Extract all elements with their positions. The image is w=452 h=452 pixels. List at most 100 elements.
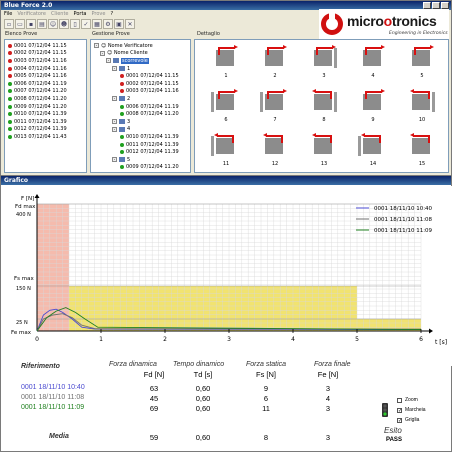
list-item[interactable]: 0002 07/12/04 11.15 — [5, 50, 86, 58]
collapse-icon[interactable]: - — [112, 157, 117, 163]
result-ref[interactable]: 0001 18/11/10 10:40 — [21, 384, 85, 391]
media-td: 0,60 — [195, 433, 211, 442]
door-config-number: 7 — [273, 117, 277, 123]
result-ref[interactable]: 0001 18/11/10 11:08 — [21, 394, 84, 401]
list-item[interactable]: 0001 07/12/04 11.15 — [5, 42, 86, 50]
door-config-5[interactable]: 5 — [403, 42, 441, 82]
tree-item[interactable]: 0003 07/12/04 11.16 — [91, 88, 190, 96]
tree-item[interactable]: 0011 07/12/04 11.39 — [91, 141, 190, 149]
menu-verificatore[interactable]: Verificatore — [17, 10, 46, 18]
client-icon[interactable]: ☻ — [59, 19, 69, 29]
save-icon[interactable]: ▪ — [26, 19, 36, 29]
collapse-icon[interactable]: - — [112, 126, 117, 132]
tree-group[interactable]: -5 — [91, 156, 190, 164]
settings-icon[interactable]: ⚙ — [103, 19, 113, 29]
new-icon[interactable]: ▫ — [4, 19, 14, 29]
door-config-13[interactable]: 13 — [305, 130, 343, 170]
zoom-checkbox[interactable]: Zoom — [397, 397, 418, 403]
test-group-icon — [119, 66, 125, 72]
list-item[interactable]: 0010 07/12/04 11.39 — [5, 110, 86, 118]
collapse-icon[interactable]: - — [112, 66, 117, 72]
maximize-button[interactable] — [432, 2, 440, 9]
zoom-checkbox-box[interactable] — [397, 397, 402, 403]
arrow-left-icon — [263, 133, 282, 137]
door-config-7[interactable]: 7 — [256, 86, 294, 126]
tree-group[interactable]: -4 — [91, 126, 190, 134]
door-config-6[interactable]: 6 — [207, 86, 245, 126]
menu-cliente[interactable]: Cliente — [51, 10, 69, 18]
door-config-14[interactable]: 14 — [354, 130, 392, 170]
elenco-list[interactable]: 0001 07/12/04 11.15 0002 07/12/04 11.15 00… — [4, 39, 87, 173]
tree-item[interactable]: 0002 07/12/04 11.15 — [91, 80, 190, 88]
logo-tagline: Engineering in Electronics — [389, 31, 448, 36]
tree-client[interactable]: - ☺ Nome Cliente — [91, 50, 190, 58]
menu-help[interactable]: ? — [110, 10, 113, 18]
door-config-9[interactable]: 9 — [354, 86, 392, 126]
door-config-3[interactable]: 3 — [305, 42, 343, 82]
force-chart: 0 1 2 3 4 5 6 F [N] Fd max 400 N Fs max 150 N 25 N Fe… — [1, 186, 452, 366]
door-config-12[interactable]: 12 — [256, 130, 294, 170]
tree-item[interactable]: 0006 07/12/04 11.19 — [91, 103, 190, 111]
result-ref[interactable]: 0001 18/11/10 11:09 — [21, 404, 84, 411]
test-icon[interactable]: ✓ — [81, 19, 91, 29]
print-icon[interactable]: ▤ — [37, 19, 47, 29]
minimize-button[interactable] — [423, 2, 431, 9]
list-item[interactable]: 0006 07/12/04 11.19 — [5, 80, 86, 88]
door-config-number: 1 — [224, 73, 228, 79]
collapse-icon[interactable]: - — [112, 119, 117, 125]
y-unit-label: F [N] — [21, 196, 34, 202]
marcheia-checkbox[interactable]: ✓ Marcheia — [397, 407, 426, 413]
chart-icon[interactable]: ▦ — [92, 19, 102, 29]
collapse-icon[interactable]: - — [100, 50, 105, 56]
door-config-15[interactable]: 15 — [403, 130, 441, 170]
status-dot-icon — [120, 150, 124, 155]
arrow-left-icon — [312, 89, 331, 93]
list-item[interactable]: 0012 07/12/04 11.39 — [5, 126, 86, 134]
door-config-1[interactable]: 1 — [207, 42, 245, 82]
collapse-icon[interactable]: - — [112, 96, 117, 102]
gestione-tree[interactable]: - ☺ Nome Verificatore - ☺ Nome Cliente - scor… — [90, 39, 191, 173]
menu-porta[interactable]: Porta — [74, 10, 87, 18]
report-icon[interactable]: ▣ — [114, 19, 124, 29]
tree-root[interactable]: - ☺ Nome Verificatore — [91, 42, 190, 50]
tree-door[interactable]: - scorrevole — [91, 57, 190, 65]
exit-icon[interactable]: ✕ — [125, 19, 135, 29]
tree-item[interactable]: 0009 07/12/04 11.20 — [91, 164, 190, 172]
list-item[interactable]: 0008 07/12/04 11.20 — [5, 95, 86, 103]
tree-item[interactable]: 0008 07/12/04 11.20 — [91, 110, 190, 118]
griglia-checkbox[interactable]: ✓ Griglia — [397, 417, 419, 423]
tree-group[interactable]: -1 — [91, 65, 190, 73]
door-icon[interactable]: ▯ — [70, 19, 80, 29]
collapse-icon[interactable]: - — [94, 43, 99, 49]
list-item[interactable]: 0005 07/12/04 11.16 — [5, 72, 86, 80]
check-icon[interactable]: ✓ — [397, 417, 402, 423]
check-icon[interactable]: ✓ — [397, 407, 402, 413]
list-item[interactable]: 0009 07/12/04 11.20 — [5, 103, 86, 111]
tree-group[interactable]: -3 — [91, 118, 190, 126]
tree-group[interactable]: -2 — [91, 95, 190, 103]
user-icon[interactable]: ☺ — [48, 19, 58, 29]
arrow-right-icon — [219, 45, 238, 49]
door-config-8[interactable]: 8 — [305, 86, 343, 126]
collapse-icon[interactable]: - — [106, 58, 111, 64]
door-config-2[interactable]: 2 — [256, 42, 294, 82]
list-item[interactable]: 0013 07/12/04 11.43 — [5, 133, 86, 141]
menu-file[interactable]: File — [4, 10, 12, 18]
list-item[interactable]: 0011 07/12/04 11.39 — [5, 118, 86, 126]
arrow-left-icon — [361, 133, 380, 137]
list-item[interactable]: 0007 07/12/04 11.20 — [5, 88, 86, 96]
result-fd: 45 — [149, 394, 159, 403]
list-item[interactable]: 0004 07/12/04 11.16 — [5, 65, 86, 73]
close-button[interactable] — [441, 2, 449, 9]
logo-mark-icon — [321, 11, 343, 35]
open-icon[interactable]: ▭ — [15, 19, 25, 29]
tree-item[interactable]: 0010 07/12/04 11.39 — [91, 133, 190, 141]
list-item-label: 0003 07/12/04 11.16 — [14, 57, 67, 64]
door-config-11[interactable]: 11 — [207, 130, 245, 170]
list-item[interactable]: 0003 07/12/04 11.16 — [5, 57, 86, 65]
door-config-10[interactable]: 10 — [403, 86, 441, 126]
door-config-4[interactable]: 4 — [354, 42, 392, 82]
menu-prove[interactable]: Prove — [91, 10, 105, 18]
tree-item[interactable]: 0012 07/12/04 11.39 — [91, 148, 190, 156]
tree-item[interactable]: 0001 07/12/04 11.15 — [91, 72, 190, 80]
